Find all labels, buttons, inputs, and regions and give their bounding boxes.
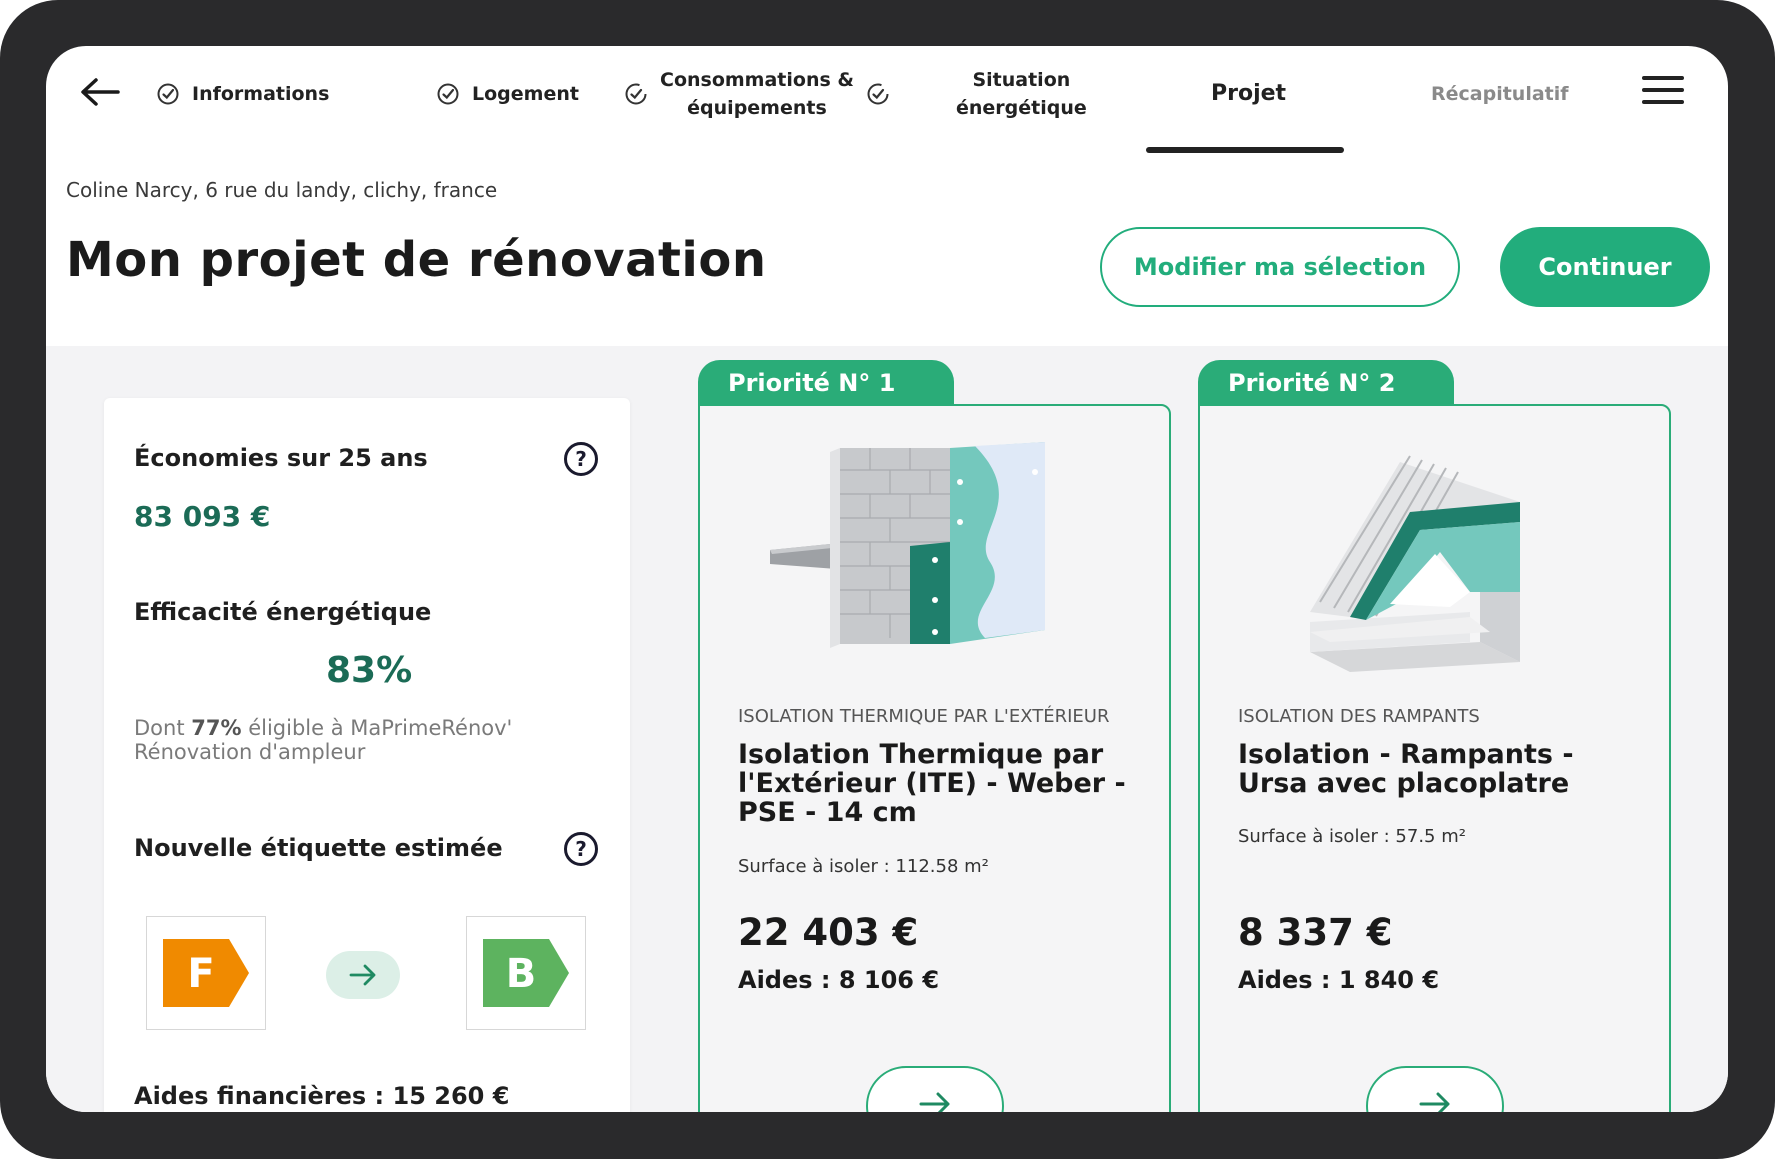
product-surface: Surface à isoler : 57.5 m² bbox=[1238, 826, 1466, 847]
svg-text:F: F bbox=[187, 951, 214, 997]
arrow-right-icon bbox=[1419, 1092, 1450, 1112]
financial-aids-total: Aides financières : 15 260 € bbox=[134, 1082, 510, 1110]
step-label: Logement bbox=[472, 83, 579, 105]
product-price: 8 337 € bbox=[1238, 911, 1393, 954]
menu-button[interactable] bbox=[1642, 76, 1684, 108]
priority-tab: Priorité N° 1 bbox=[698, 360, 954, 406]
product-name: Isolation - Rampants - Ursa avec placopl… bbox=[1238, 739, 1574, 799]
check-circle-icon bbox=[867, 83, 889, 105]
check-circle-icon bbox=[157, 83, 179, 105]
hamburger-menu-icon bbox=[1642, 76, 1684, 104]
product-price: 22 403 € bbox=[738, 911, 919, 954]
efficiency-value: 83% bbox=[326, 650, 413, 691]
project-content: Économies sur 25 ans ? 83 093 € Efficaci… bbox=[46, 346, 1728, 1112]
page-title: Mon projet de rénovation bbox=[66, 232, 767, 288]
arrow-left-icon bbox=[81, 78, 120, 106]
product-card[interactable]: ISOLATION THERMIQUE PAR L'EXTÉRIEUR Isol… bbox=[698, 404, 1171, 1112]
help-icon[interactable]: ? bbox=[564, 442, 598, 476]
step-logement[interactable]: Logement bbox=[436, 62, 579, 126]
product-aids: Aides : 8 106 € bbox=[738, 966, 940, 994]
step-label: Consommations & équipements bbox=[660, 69, 854, 119]
step-informations[interactable]: Informations bbox=[156, 62, 329, 126]
modify-selection-button[interactable]: Modifier ma sélection bbox=[1100, 227, 1460, 307]
step-label: Informations bbox=[192, 83, 330, 105]
energy-class-f-icon: F bbox=[163, 939, 249, 1007]
step-recapitulatif[interactable]: Récapitulatif bbox=[1431, 62, 1569, 126]
step-label: Projet bbox=[1211, 81, 1287, 106]
efficiency-label: Efficacité énergétique bbox=[134, 598, 432, 626]
roof-rafter-insulation-illustration bbox=[1310, 455, 1520, 672]
open-product-button[interactable] bbox=[1366, 1066, 1504, 1112]
active-step-indicator bbox=[1146, 147, 1344, 153]
open-product-button[interactable] bbox=[866, 1066, 1004, 1112]
client-address: Coline Narcy, 6 rue du landy, clichy, fr… bbox=[66, 178, 498, 202]
step-navigation: Informations Logement Consommations & éq… bbox=[46, 46, 1728, 156]
savings-value: 83 093 € bbox=[134, 500, 271, 533]
back-button[interactable] bbox=[78, 74, 122, 110]
step-label: Récapitulatif bbox=[1431, 83, 1569, 105]
check-circle-icon bbox=[437, 83, 459, 105]
step-consommations[interactable]: Consommations & équipements bbox=[624, 62, 890, 126]
help-icon[interactable]: ? bbox=[564, 832, 598, 866]
app-screen: Informations Logement Consommations & éq… bbox=[46, 46, 1728, 1112]
svg-text:B: B bbox=[506, 951, 537, 997]
summary-panel: Économies sur 25 ans ? 83 093 € Efficaci… bbox=[104, 398, 630, 1112]
step-label: Situation énergétique bbox=[956, 69, 1087, 119]
step-situation[interactable]: Situation énergétique bbox=[956, 62, 1087, 126]
product-surface: Surface à isoler : 112.58 m² bbox=[738, 856, 989, 877]
product-category: ISOLATION DES RAMPANTS bbox=[1238, 706, 1480, 727]
priority-tab: Priorité N° 2 bbox=[1198, 360, 1454, 406]
energy-class-b-icon: B bbox=[483, 939, 569, 1007]
step-projet[interactable]: Projet bbox=[1211, 62, 1286, 126]
product-name: Isolation Thermique par l'Extérieur (ITE… bbox=[738, 739, 1126, 828]
product-aids: Aides : 1 840 € bbox=[1238, 966, 1440, 994]
product-card[interactable]: ISOLATION DES RAMPANTS Isolation - Rampa… bbox=[1198, 404, 1671, 1112]
exterior-wall-insulation-illustration bbox=[770, 442, 1045, 648]
new-label-title: Nouvelle étiquette estimée bbox=[134, 834, 503, 862]
continue-button[interactable]: Continuer bbox=[1500, 227, 1710, 307]
savings-label: Économies sur 25 ans bbox=[134, 444, 428, 472]
energy-label-estimated: B bbox=[466, 916, 586, 1030]
eligibility-note: Dont 77% éligible à MaPrimeRénov' Rénova… bbox=[134, 716, 513, 764]
arrow-right-icon bbox=[919, 1092, 950, 1112]
arrow-right-icon bbox=[349, 964, 376, 986]
label-transition-arrow bbox=[326, 951, 400, 999]
product-category: ISOLATION THERMIQUE PAR L'EXTÉRIEUR bbox=[738, 706, 1110, 727]
check-circle-icon bbox=[625, 83, 647, 105]
energy-label-current: F bbox=[146, 916, 266, 1030]
